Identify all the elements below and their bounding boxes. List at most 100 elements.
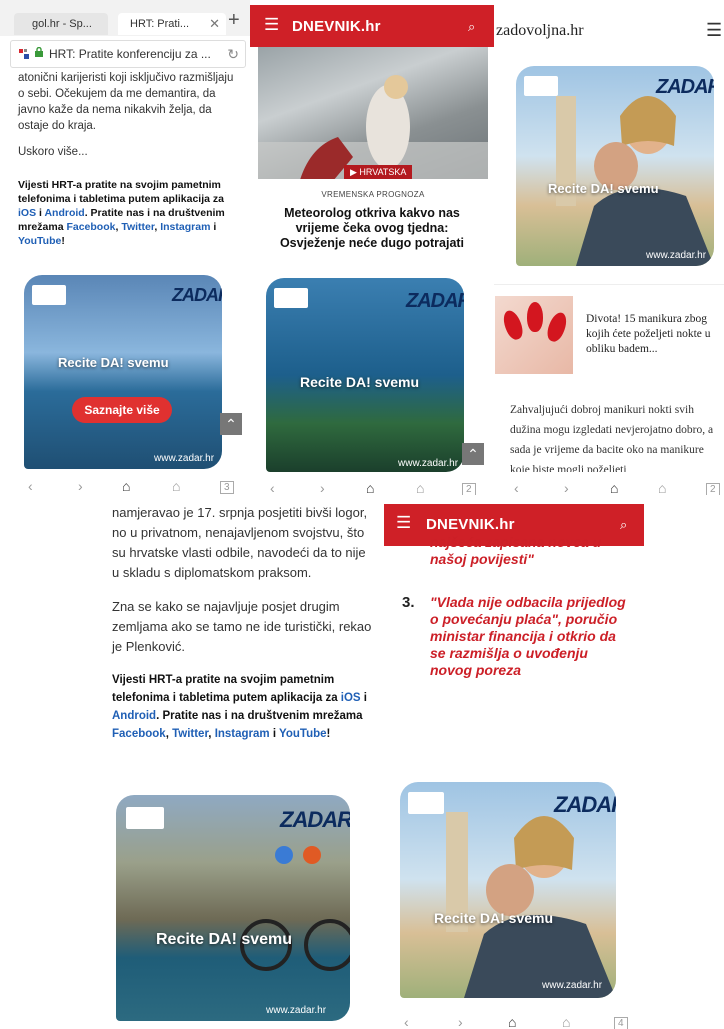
list-item-title[interactable]: "Vlada nije odbacila prijedlog o povećan… — [430, 594, 630, 679]
twitter-link[interactable]: Twitter — [172, 728, 208, 740]
bookmark-icon[interactable]: ⌂ — [172, 478, 180, 494]
zadar-brand: ZADAR — [172, 285, 222, 305]
forward-icon[interactable]: › — [78, 478, 83, 494]
site-logo[interactable]: DNEVNIK.hr — [292, 18, 381, 35]
article-paragraph: Zna se kako se najavljuje posjet drugim … — [112, 599, 372, 654]
croatia-logo — [274, 288, 308, 308]
tabs-count[interactable]: 3 — [220, 481, 234, 494]
ios-link[interactable]: iOS — [18, 207, 36, 219]
back-icon[interactable]: ‹ — [514, 480, 519, 495]
article-image[interactable] — [258, 47, 488, 187]
ad-url: www.zadar.hr — [542, 980, 603, 991]
article-paragraph: atonični karijeristi koji isključivo raz… — [18, 72, 234, 132]
browser-nav-bar: ‹ › ⌂ ⌂ 3 — [0, 476, 250, 495]
tabs-count[interactable]: 4 — [614, 1017, 628, 1029]
browser-nav-bar: ‹ › ⌂ ⌂ 4 — [384, 1012, 644, 1029]
article-kicker: VREMENSKA PROGNOZA — [321, 190, 425, 199]
search-icon[interactable]: ⌕ — [468, 19, 475, 35]
menu-icon[interactable]: ☰ — [264, 15, 279, 35]
home-icon[interactable]: ⌂ — [610, 480, 618, 495]
youtube-link[interactable]: YouTube — [279, 728, 326, 740]
menu-icon[interactable]: ☰ — [396, 513, 411, 533]
scroll-top-button[interactable]: ⌃ — [220, 413, 242, 435]
browser-nav-bar: ‹ › ⌂ ⌂ 2 — [250, 478, 494, 495]
menu-icon[interactable]: ☰ — [706, 20, 722, 41]
forward-icon[interactable]: › — [320, 480, 325, 495]
divider — [494, 284, 724, 285]
learn-more-button[interactable]: Saznajte više — [72, 397, 172, 423]
back-icon[interactable]: ‹ — [28, 478, 33, 494]
ad-photo — [240, 846, 350, 971]
hrt-favicon-icon — [19, 49, 29, 59]
app-promo: Vijesti HRT-a pratite na svojim pametnim… — [112, 674, 367, 740]
new-tab-icon[interactable]: + — [228, 9, 240, 32]
facebook-link[interactable]: Facebook — [66, 221, 115, 233]
bookmark-icon[interactable]: ⌂ — [416, 480, 424, 495]
tab-hrt[interactable]: HRT: Prati... ✕ — [118, 13, 226, 35]
youtube-link[interactable]: YouTube — [18, 235, 61, 247]
home-icon[interactable]: ⌂ — [366, 480, 374, 495]
zadar-ad-banner[interactable]: ZADAR Recite DA! svemu www.zadar.hr — [400, 782, 616, 998]
home-icon[interactable]: ⌂ — [122, 478, 130, 494]
scroll-top-button[interactable]: ⌃ — [462, 443, 484, 465]
instagram-link[interactable]: Instagram — [160, 221, 210, 233]
storm-photo — [258, 75, 488, 187]
ad-tagline: Recite DA! svemu — [434, 910, 554, 926]
android-link[interactable]: Android — [112, 710, 156, 722]
ios-link[interactable]: iOS — [341, 692, 361, 704]
tabs-count[interactable]: 2 — [706, 483, 720, 495]
tabs-count[interactable]: 2 — [462, 483, 476, 495]
tab-gol[interactable]: gol.hr - Sp... — [14, 13, 108, 35]
article-paragraph: namjeravao je 17. srpnja posjetiti bivši… — [112, 505, 368, 580]
tab-label: HRT: Prati... — [130, 18, 190, 30]
article-body: namjeravao je 17. srpnja posjetiti bivši… — [112, 503, 374, 757]
list-item-tail[interactable]: najšeća zapisana novca u našoj povijesti… — [430, 534, 630, 574]
browser-nav-bar: ‹ › ⌂ ⌂ 2 — [494, 478, 724, 495]
hrt-article-screenshot: namjeravao je 17. srpnja posjetiti bivši… — [100, 495, 378, 1029]
search-icon[interactable]: ⌕ — [620, 517, 627, 533]
section-tag[interactable]: ▶ HRVATSKA — [344, 165, 413, 179]
ad-tagline: Recite DA! svemu — [156, 931, 293, 948]
zadar-ad-banner[interactable]: ZADAR Recite DA! svemu www.zadar.hr — [516, 66, 714, 266]
site-logo[interactable]: DNEVNIK.hr — [426, 516, 515, 533]
twitter-link[interactable]: Twitter — [121, 221, 154, 233]
close-icon[interactable]: ✕ — [209, 13, 220, 35]
forward-icon[interactable]: › — [458, 1014, 463, 1029]
zadar-ad-banner[interactable]: ZADAR Recite DA! svemu www.zadar.hr — [266, 278, 464, 472]
article-excerpt: Zahvaljujući dobroj manikuri nokti svih … — [510, 404, 714, 472]
forward-icon[interactable]: › — [564, 480, 569, 495]
ad-url: www.zadar.hr — [646, 250, 707, 261]
url-text: HRT: Pratite konferenciju za ... — [49, 47, 211, 61]
reload-icon[interactable]: ↻ — [227, 41, 239, 67]
zadar-brand: ZADAR — [406, 290, 464, 312]
article-title[interactable]: Meteorolog otkriva kakvo nas vrijeme ček… — [272, 206, 472, 251]
site-logo[interactable]: zadovoljna.hr — [496, 22, 584, 40]
ad-tagline: Recite DA! svemu — [548, 181, 659, 196]
hrt-browser-screenshot: gol.hr - Sp... HRT: Prati... ✕ + HRT: Pra… — [0, 0, 250, 495]
instagram-link[interactable]: Instagram — [215, 728, 270, 740]
article-paragraph: Uskoro više... — [18, 146, 88, 158]
home-icon[interactable]: ⌂ — [508, 1014, 516, 1029]
zadar-ad-banner[interactable]: ZADAR Recite DA! svemu Saznajte više www… — [24, 275, 222, 469]
app-promo: Vijesti HRT-a pratite na svojim pametnim… — [18, 179, 225, 247]
facebook-link[interactable]: Facebook — [112, 728, 166, 740]
bookmark-icon[interactable]: ⌂ — [562, 1014, 570, 1029]
croatia-logo — [32, 285, 66, 305]
ad-url: www.zadar.hr — [266, 1005, 327, 1016]
address-bar[interactable]: HRT: Pratite konferenciju za ... ↻ — [10, 40, 246, 68]
ad-tagline: Recite DA! svemu — [58, 355, 169, 370]
ad-url: www.zadar.hr — [398, 458, 459, 469]
tab-label: gol.hr - Sp... — [32, 18, 92, 30]
bookmark-icon[interactable]: ⌂ — [658, 480, 666, 495]
article-thumbnail[interactable] — [495, 296, 573, 374]
dnevnik-screenshot-1: ☰ DNEVNIK.hr ⌕ ▶ HRVATSKA VREMENSKA PROG… — [250, 0, 494, 495]
article-body: atonični karijeristi koji isključivo raz… — [18, 70, 242, 258]
back-icon[interactable]: ‹ — [270, 480, 275, 495]
card-title[interactable]: Divota! 15 manikura zbog kojih ćete pože… — [586, 312, 720, 357]
ad-photo — [446, 812, 616, 998]
back-icon[interactable]: ‹ — [404, 1014, 409, 1029]
ad-url: www.zadar.hr — [154, 453, 215, 464]
zadar-ad-banner[interactable]: ZADAR Recite DA! svemu www.zadar.hr — [116, 795, 350, 1021]
ad-tagline: Recite DA! svemu — [300, 374, 420, 390]
android-link[interactable]: Android — [44, 207, 84, 219]
